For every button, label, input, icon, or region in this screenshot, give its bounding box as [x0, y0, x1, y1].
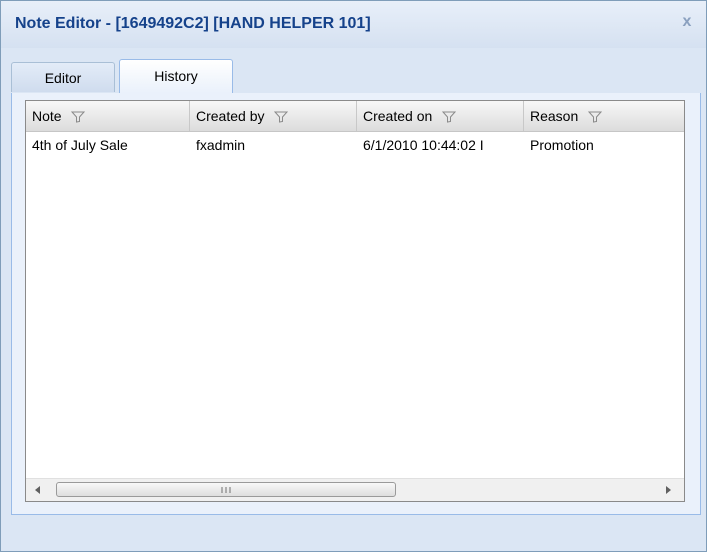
filter-icon[interactable] — [442, 111, 457, 123]
close-icon[interactable]: x — [678, 13, 696, 31]
tab-editor[interactable]: Editor — [11, 62, 115, 92]
column-header-label: Created on — [363, 108, 433, 124]
history-grid: Note Created by Created on Reason 4th of — [25, 100, 685, 502]
scroll-right-arrow-icon[interactable] — [660, 482, 676, 498]
scroll-left-arrow-icon[interactable] — [30, 482, 46, 498]
column-header-label: Note — [32, 108, 62, 124]
cell-reason: Promotion — [530, 137, 594, 153]
grid-header: Note Created by Created on Reason — [26, 101, 684, 132]
column-header-label: Reason — [530, 108, 579, 124]
column-header-reason[interactable]: Reason — [524, 101, 684, 131]
grip-icon — [221, 487, 231, 493]
column-header-created-by[interactable]: Created by — [190, 101, 357, 131]
tab-history[interactable]: History — [119, 59, 233, 94]
cell-note: 4th of July Sale — [32, 137, 128, 153]
column-header-note[interactable]: Note — [26, 101, 190, 131]
filter-icon[interactable] — [588, 111, 603, 123]
note-editor-window: Note Editor - [1649492C2] [HAND HELPER 1… — [0, 0, 707, 552]
cell-created-on: 6/1/2010 10:44:02 I — [363, 137, 484, 153]
title-bar: Note Editor - [1649492C2] [HAND HELPER 1… — [1, 1, 706, 48]
table-row[interactable]: 4th of July Sale fxadmin 6/1/2010 10:44:… — [26, 131, 684, 159]
window-title: Note Editor - [1649492C2] [HAND HELPER 1… — [15, 15, 371, 32]
scrollbar-thumb[interactable] — [56, 482, 396, 497]
filter-icon[interactable] — [274, 111, 289, 123]
filter-icon[interactable] — [71, 111, 86, 123]
column-header-created-on[interactable]: Created on — [357, 101, 524, 131]
history-panel: Note Created by Created on Reason 4th of — [11, 93, 701, 515]
horizontal-scrollbar[interactable] — [26, 478, 684, 501]
column-header-label: Created by — [196, 108, 265, 124]
tab-strip: Editor History — [11, 59, 701, 94]
cell-created-by: fxadmin — [196, 137, 246, 153]
